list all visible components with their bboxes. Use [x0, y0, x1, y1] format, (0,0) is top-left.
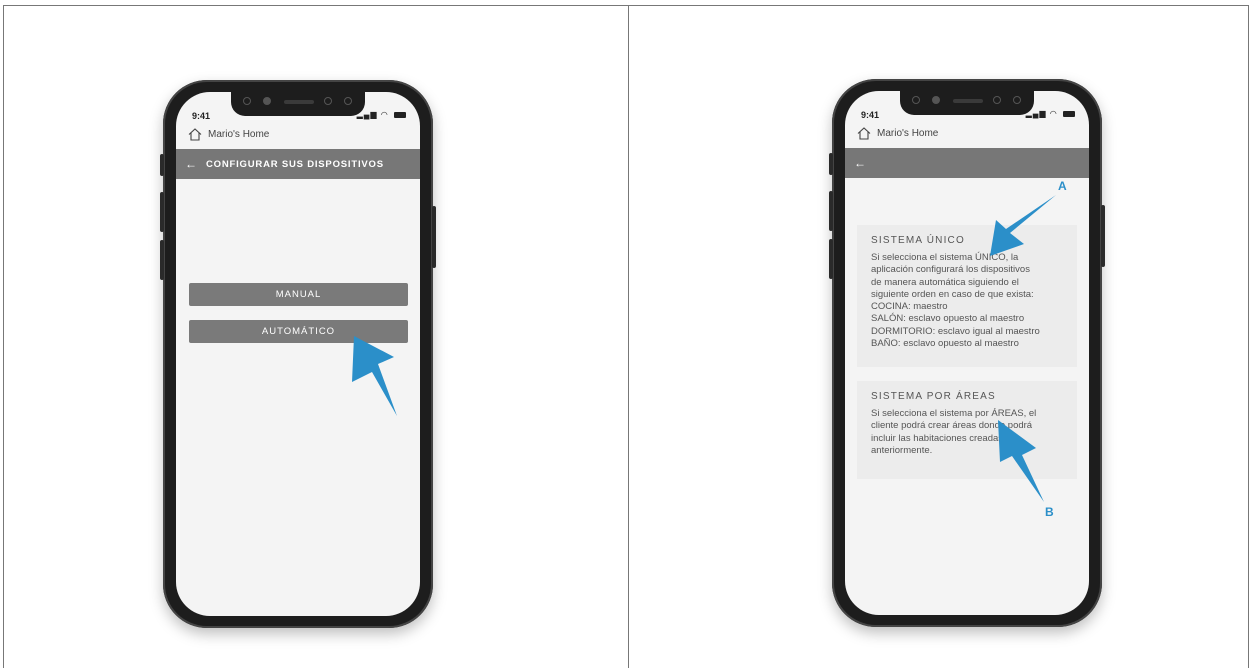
power-button — [432, 206, 436, 268]
wifi-icon: ◠ — [380, 110, 389, 119]
screen: 9:41 ▂▄▆ ◠ Mario's Home ← SISTEMA ÚNICO … — [845, 91, 1089, 615]
card-text-line: BAÑO: esclavo opuesto al maestro — [871, 338, 1019, 350]
signal-icon: ▂▄▆ — [1025, 109, 1047, 118]
notch — [900, 91, 1034, 115]
page-title: CONFIGURAR SUS DISPOSITIVOS — [206, 158, 384, 170]
sensor-icon — [344, 97, 352, 105]
card-title: SISTEMA POR ÁREAS — [871, 391, 996, 402]
home-icon — [188, 128, 202, 141]
system-areas-card[interactable]: SISTEMA POR ÁREAS Si selecciona el siste… — [857, 381, 1077, 479]
status-icons: ▂▄▆ ◠ — [1026, 109, 1075, 118]
volume-down-button — [829, 239, 833, 279]
phone-left: 9:41 ▂▄▆ ◠ Mario's Home ← CONFIGURAR SUS… — [160, 80, 436, 628]
battery-icon — [394, 111, 406, 118]
card-title: SISTEMA ÚNICO — [871, 235, 965, 246]
card-text-line: Si selecciona el sistema ÚNICO, la — [871, 252, 1019, 263]
speaker-grill — [284, 100, 314, 104]
card-text-line: de manera automática siguiendo el — [871, 276, 1019, 288]
card-text-line: anteriormente. — [871, 444, 933, 456]
manual-button[interactable]: MANUAL — [189, 283, 408, 306]
sensor-icon — [1013, 96, 1021, 104]
mute-switch — [829, 153, 833, 175]
battery-icon — [1063, 110, 1075, 117]
home-name: Mario's Home — [877, 128, 939, 139]
wifi-icon: ◠ — [1049, 109, 1058, 118]
arrow-left-icon[interactable]: ← — [176, 157, 206, 171]
app-bar: ← CONFIGURAR SUS DISPOSITIVOS — [176, 149, 420, 179]
mute-switch — [160, 154, 164, 176]
power-button — [1101, 205, 1105, 267]
card-text-line: incluir las habitaciones creadas — [871, 432, 1004, 444]
home-selector[interactable]: Mario's Home — [857, 127, 938, 140]
card-text-line: DORMITORIO: esclavo igual al maestro — [871, 325, 1040, 337]
card-text-line: Si selecciona el sistema por ÁREAS, el — [871, 408, 1037, 419]
camera-icon — [263, 97, 271, 105]
panel-divider — [628, 5, 629, 668]
card-text-line: siguiente orden en caso de que exista: — [871, 288, 1034, 300]
volume-up-button — [829, 191, 833, 231]
card-text-line: aplicación configurará los dispositivos — [871, 264, 1030, 276]
sensor-icon — [243, 97, 251, 105]
sensor-icon — [993, 96, 1001, 104]
status-time: 9:41 — [192, 111, 211, 121]
status-time: 9:41 — [861, 110, 880, 120]
volume-down-button — [160, 240, 164, 280]
camera-icon — [932, 96, 940, 104]
volume-up-button — [160, 192, 164, 232]
home-icon — [857, 127, 871, 140]
sensor-icon — [912, 96, 920, 104]
sensor-icon — [324, 97, 332, 105]
home-selector[interactable]: Mario's Home — [188, 128, 269, 141]
arrow-left-icon[interactable]: ← — [845, 156, 875, 170]
app-bar: ← — [845, 148, 1089, 178]
screen: 9:41 ▂▄▆ ◠ Mario's Home ← CONFIGURAR SUS… — [176, 92, 420, 616]
automatic-button[interactable]: AUTOMÁTICO — [189, 320, 408, 343]
speaker-grill — [953, 99, 983, 103]
phone-right: 9:41 ▂▄▆ ◠ Mario's Home ← SISTEMA ÚNICO … — [829, 79, 1105, 627]
card-text-line: cliente podrá crear áreas donde podrá — [871, 420, 1033, 432]
card-text-line: SALÓN: esclavo opuesto al maestro — [871, 313, 1025, 325]
home-name: Mario's Home — [208, 129, 270, 140]
system-unique-card[interactable]: SISTEMA ÚNICO Si selecciona el sistema Ú… — [857, 225, 1077, 367]
card-text-line: COCINA: maestro — [871, 301, 948, 313]
status-icons: ▂▄▆ ◠ — [357, 110, 406, 119]
signal-icon: ▂▄▆ — [356, 110, 378, 119]
notch — [231, 92, 365, 116]
